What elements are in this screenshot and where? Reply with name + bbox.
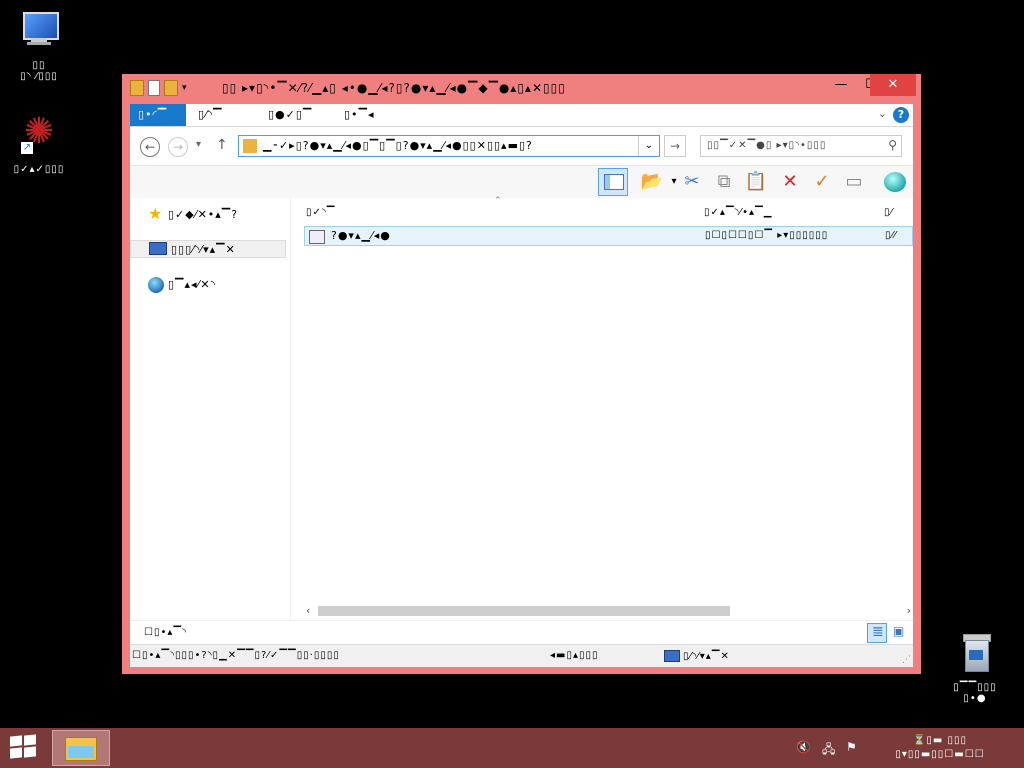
details-pane: ☐▯•▴▔◝ — [130, 620, 913, 645]
tab-share[interactable]: ▯●✓▯▔ — [260, 104, 320, 126]
file-list: ▯✓◝▔ ⌃ ▯✓▴▔◝⁄•▴▔▁ ▯⁄ ?●▾▴▁⁄◂● ▯☐▯☐☐▯☐▔ ▸… — [304, 196, 913, 620]
up-button[interactable]: ↑ — [216, 137, 228, 153]
folder-icon — [130, 80, 144, 96]
tab-file[interactable]: ▯•◜▔ — [130, 104, 186, 126]
status-text-middle: ◂▬▯▴▯▯▯ — [550, 650, 599, 661]
column-header-type[interactable]: ▯✓▴▔◝⁄•▴▔▁ — [704, 204, 772, 222]
computer-icon — [664, 650, 680, 662]
search-box[interactable]: ▯▯▔✓✕▔●▯ ▸▾▯◝•▯▯▯ ⚲ — [700, 135, 902, 157]
command-toolbar: 📂 ▾ ✂ ⧉ 📋 ✕ ✓ ▭ — [130, 165, 913, 198]
nav-item-label: ▯✓◆⁄✕•▴▔? — [168, 208, 239, 221]
column-header-size[interactable]: ▯⁄ — [884, 204, 893, 222]
properties-check-icon[interactable]: ✓ — [810, 170, 834, 194]
status-bar: ☐▯•▴▔◝▯▯▯•?◝▯▁✕▔▔▯?⁄✓▔▔▯▯·▯▯▯▯ ◂▬▯▴▯▯▯ ▯… — [130, 644, 913, 667]
desktop-icon-label: ▯◝ ⁄▯▯▯ — [20, 71, 58, 82]
new-folder-icon[interactable] — [164, 80, 178, 96]
tab-home[interactable]: ▯⁄◝▔ — [190, 104, 231, 126]
desktop-icon-recycle-bin[interactable]: ▯▔▔▯▯▯ ▯•● — [940, 630, 1010, 704]
file-explorer-icon — [65, 737, 97, 761]
volume-muted-icon[interactable]: 🔇 — [796, 740, 811, 754]
properties-icon[interactable] — [148, 80, 160, 96]
red-star-icon: ✺ ↗ — [21, 111, 55, 154]
nav-item-computer[interactable]: ▯▯▯⁄◝⁄▾▴▔✕ — [130, 240, 286, 258]
copy-icon[interactable]: ⧉ — [712, 170, 736, 194]
preview-pane-button[interactable] — [598, 168, 628, 196]
folder-icon — [243, 139, 257, 153]
taskbar: 🔇 🖧 ⚑ ⏳▯▬ ▯▯▯ ▯▾▯▯▬▯▯☐▬☐☐ — [0, 728, 1024, 768]
drive-icon — [309, 230, 325, 244]
horizontal-scrollbar[interactable]: ‹ › — [304, 602, 913, 620]
desktop-icon-computer[interactable]: ▯▯ ▯◝ ⁄▯▯▯ — [4, 8, 74, 82]
back-button[interactable]: ← — [140, 137, 160, 157]
search-placeholder: ▯▯▔✓✕▔●▯ ▸▾▯◝•▯▯▯ — [707, 140, 827, 151]
rename-icon[interactable]: ▭ — [842, 170, 866, 194]
network-status-icon[interactable]: 🖧 — [822, 740, 835, 761]
nav-item-favorites[interactable]: ▯✓◆⁄✕•▴▔? — [148, 205, 239, 224]
paste-icon[interactable]: 📋 — [744, 170, 768, 194]
quick-access-toolbar: ▾ — [130, 80, 187, 96]
clock-date: ▯▾▯▯▬▯▯☐▬☐☐ — [895, 749, 985, 760]
organize-icon[interactable]: 📂 — [640, 170, 664, 194]
preview-pane-icon — [604, 174, 624, 190]
status-computer: ▯⁄◝⁄▾▴▔✕ — [664, 650, 730, 662]
computer-icon — [149, 241, 167, 255]
status-text-left: ☐▯•▴▔◝▯▯▯•?◝▯▁✕▔▔▯?⁄✓▔▔▯▯·▯▯▯▯ — [132, 650, 340, 661]
status-text-right: ▯⁄◝⁄▾▴▔✕ — [683, 651, 730, 662]
navigation-bar: ← → ▾ ↑ ▁⁃✓▸▯?●▾▴▁⁄◂●▯▔▯▔▯?●▾▴▁⁄◂●▯▯✕▯▯▴… — [130, 127, 913, 165]
desktop-icon-label: ▯✓▴✓▯▯▯ — [13, 164, 65, 175]
help-button[interactable]: ? — [893, 107, 909, 123]
network-icon — [148, 277, 164, 293]
row-name: ?●▾▴▁⁄◂● — [331, 229, 391, 242]
details-view-icon[interactable] — [867, 623, 887, 643]
sort-ascending-icon: ⌃ — [494, 196, 502, 206]
clock-time: ⏳▯▬ ▯▯▯ — [912, 735, 968, 746]
column-header-name[interactable]: ▯✓◝▔ — [306, 204, 335, 222]
table-row[interactable]: ?●▾▴▁⁄◂● ▯☐▯☐☐▯☐▔ ▸▾▯▯▯▯▯▯ ▯⁄⁄ — [304, 226, 913, 246]
expand-ribbon-icon[interactable]: ⌄ — [878, 107, 887, 120]
delete-icon[interactable]: ✕ — [778, 170, 802, 194]
address-bar[interactable]: ▁⁃✓▸▯?●▾▴▁⁄◂●▯▔▯▔▯?●▾▴▁⁄◂●▯▯✕▯▯▴▬▯? ⌄ — [238, 135, 660, 157]
minimize-button[interactable]: — — [826, 74, 856, 96]
tab-view[interactable]: ▯•▔◂ — [336, 104, 383, 126]
title-bar[interactable]: ▾ ▯▯ ▸▾▯◝•▔✕⁄?⁄▁▴▯ ◂•●▁⁄◂?▯?●▾▴▁⁄◂●▔◆▔●▴… — [122, 74, 921, 102]
cut-icon[interactable]: ✂ — [680, 170, 704, 194]
computer-icon — [15, 8, 63, 56]
forward-button[interactable]: → — [168, 137, 188, 157]
recycle-bin-icon — [951, 630, 999, 678]
window-title: ▯▯ ▸▾▯◝•▔✕⁄?⁄▁▴▯ ◂•●▁⁄◂?▯?●▾▴▁⁄◂●▔◆▔●▴▯▴… — [222, 81, 566, 95]
desktop-icon-label: ▯▔▔▯▯▯ — [953, 682, 997, 693]
explorer-window: ▾ ▯▯ ▸▾▯◝•▔✕⁄?⁄▁▴▯ ◂•●▁⁄◂?▯?●▾▴▁⁄◂●▔◆▔●▴… — [122, 74, 921, 674]
large-icons-view-icon[interactable] — [889, 623, 909, 643]
start-button[interactable] — [10, 734, 38, 760]
nav-item-network[interactable]: ▯▔▴◂⁄✕◝ — [148, 276, 216, 294]
navigation-pane: ▯✓◆⁄✕•▴▔? ▯▯▯⁄◝⁄▾▴▔✕ ▯▔▴◂⁄✕◝ — [130, 198, 291, 620]
scroll-thumb[interactable] — [318, 606, 730, 616]
ribbon-tabs: ▯•◜▔ ▯⁄◝▔ ▯●✓▯▔ ▯•▔◂ ⌄ ? — [130, 104, 913, 127]
close-button[interactable]: ✕ — [870, 74, 916, 96]
chevron-down-icon[interactable]: ▾ — [182, 83, 187, 93]
details-text: ☐▯•▴▔◝ — [144, 627, 187, 638]
go-button[interactable]: → — [664, 135, 686, 157]
nav-item-label: ▯▔▴◂⁄✕◝ — [168, 278, 216, 291]
scroll-right-icon[interactable]: › — [907, 604, 911, 617]
address-dropdown-icon[interactable]: ⌄ — [638, 136, 659, 156]
row-size: ▯⁄⁄ — [885, 230, 897, 241]
resize-grip-icon[interactable]: ⋰ — [902, 655, 911, 665]
globe-icon[interactable] — [882, 170, 908, 194]
search-icon[interactable]: ⚲ — [888, 138, 897, 152]
action-center-flag-icon[interactable]: ⚑ — [846, 740, 857, 754]
star-icon — [148, 205, 164, 223]
content-area: ▯✓◆⁄✕•▴▔? ▯▯▯⁄◝⁄▾▴▔✕ ▯▔▴◂⁄✕◝ ▯✓◝▔ ⌃ ▯✓▴▔… — [130, 196, 913, 620]
row-type: ▯☐▯☐☐▯☐▔ ▸▾▯▯▯▯▯▯ — [705, 230, 829, 241]
taskbar-explorer-button[interactable] — [52, 730, 110, 766]
desktop-icon-app[interactable]: ✺ ↗ ▯✓▴✓▯▯▯ — [4, 111, 74, 176]
address-path[interactable]: ▁⁃✓▸▯?●▾▴▁⁄◂●▯▔▯▔▯?●▾▴▁⁄◂●▯▯✕▯▯▴▬▯? — [263, 139, 533, 152]
recent-locations-icon[interactable]: ▾ — [196, 139, 201, 150]
system-clock[interactable]: ⏳▯▬ ▯▯▯ ▯▾▯▯▬▯▯☐▬☐☐ — [880, 734, 1000, 762]
nav-item-label: ▯▯▯⁄◝⁄▾▴▔✕ — [171, 243, 236, 256]
scroll-left-icon[interactable]: ‹ — [306, 604, 310, 617]
desktop-icon-label: ▯•● — [963, 693, 987, 704]
desktop-icon-label: ▯▯ — [32, 60, 46, 71]
